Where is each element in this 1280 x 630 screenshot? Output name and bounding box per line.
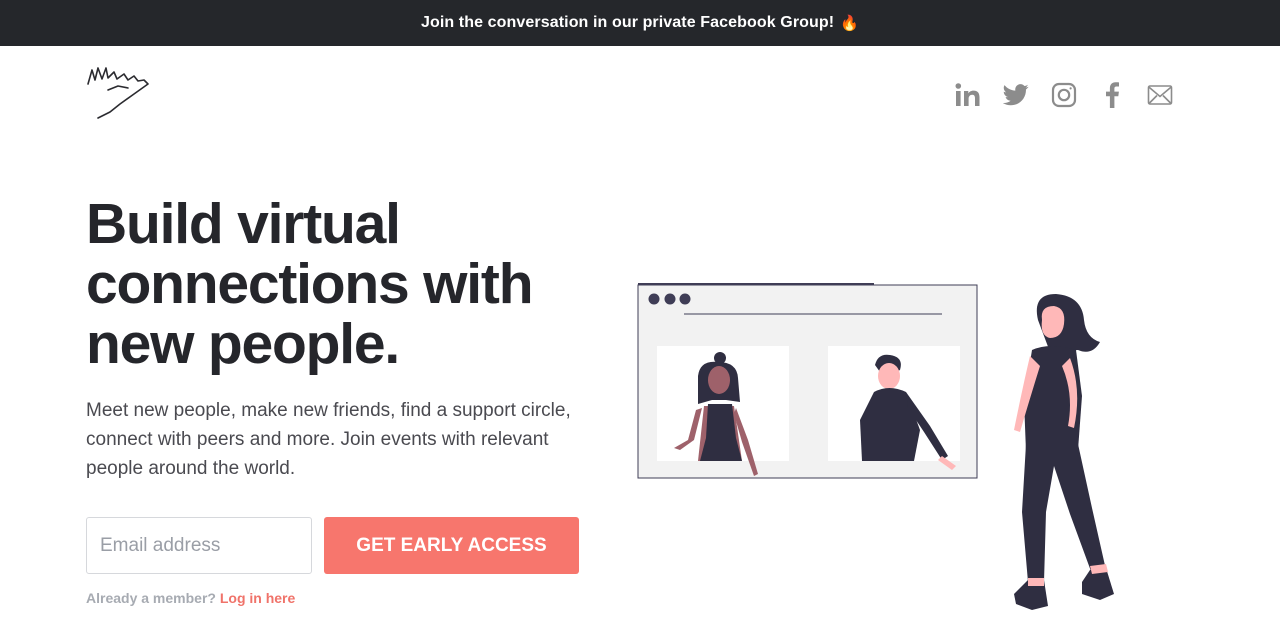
announcement-banner[interactable]: Join the conversation in our private Fac…	[0, 0, 1280, 46]
fire-emoji-icon: 🔥	[840, 15, 860, 32]
banner-text[interactable]: Join the conversation in our private Fac…	[421, 14, 834, 32]
get-early-access-button[interactable]: GET EARLY ACCESS	[324, 517, 579, 574]
video-call-illustration	[637, 283, 1114, 610]
hero-headline: Build virtual connections with new peopl…	[86, 194, 606, 374]
waving-hand-sketch-icon	[87, 67, 149, 119]
email-icon[interactable]	[1147, 80, 1173, 110]
headline-line: connections with	[86, 252, 534, 316]
headline-line: new people.	[86, 312, 400, 376]
social-links	[955, 80, 1173, 110]
browser-window-graphic	[637, 283, 978, 479]
email-input[interactable]	[86, 517, 312, 574]
instagram-icon[interactable]	[1051, 80, 1077, 110]
facebook-icon[interactable]	[1099, 80, 1125, 110]
twitter-icon[interactable]	[1003, 80, 1029, 110]
headline-line: Build virtual	[86, 192, 401, 256]
login-link[interactable]: Log in here	[220, 590, 295, 606]
linkedin-icon[interactable]	[955, 80, 981, 110]
hero-description: Meet new people, make new friends, find …	[86, 400, 571, 479]
standing-woman-graphic	[1014, 294, 1114, 610]
logo[interactable]	[84, 62, 154, 122]
member-text: Already a member?	[86, 590, 216, 606]
login-prompt: Already a member? Log in here	[86, 590, 295, 606]
